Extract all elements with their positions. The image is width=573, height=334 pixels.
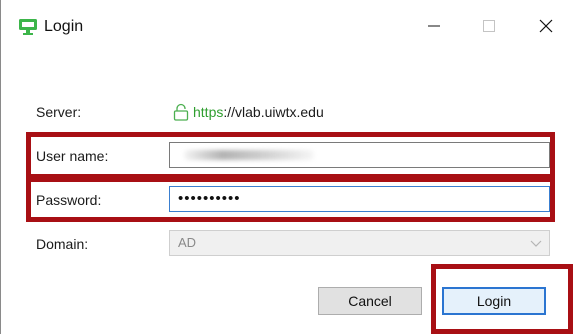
- password-input[interactable]: ••••••••••: [169, 186, 550, 212]
- username-input[interactable]: [169, 142, 550, 168]
- domain-selected-value: AD: [178, 235, 197, 250]
- domain-select[interactable]: AD: [169, 230, 550, 256]
- username-redacted-text: [184, 150, 314, 160]
- title-bar[interactable]: Login: [0, 0, 573, 52]
- login-button[interactable]: Login: [442, 287, 546, 315]
- lock-icon: [173, 103, 189, 121]
- minimize-icon: [428, 25, 440, 27]
- server-url-host: ://vlab.uiwtx.edu: [223, 104, 324, 120]
- maximize-button[interactable]: [466, 8, 512, 44]
- server-url-scheme: https: [193, 104, 224, 120]
- login-dialog: Login Server: https://vlab.uiwtx.edu Use…: [0, 0, 573, 334]
- monitor-icon: [19, 19, 37, 35]
- close-button[interactable]: [523, 8, 569, 44]
- password-masked-value: ••••••••••: [178, 190, 241, 207]
- domain-label: Domain:: [36, 236, 89, 252]
- window-title: Login: [44, 18, 84, 35]
- cancel-button[interactable]: Cancel: [318, 287, 422, 315]
- password-label: Password:: [36, 192, 102, 208]
- server-label: Server:: [36, 104, 82, 120]
- server-url: https://vlab.uiwtx.edu: [172, 103, 324, 121]
- minimize-button[interactable]: [411, 8, 457, 44]
- chevron-down-icon: [530, 240, 542, 247]
- username-label: User name:: [36, 148, 109, 164]
- close-icon: [539, 19, 553, 33]
- maximize-icon: [483, 20, 495, 32]
